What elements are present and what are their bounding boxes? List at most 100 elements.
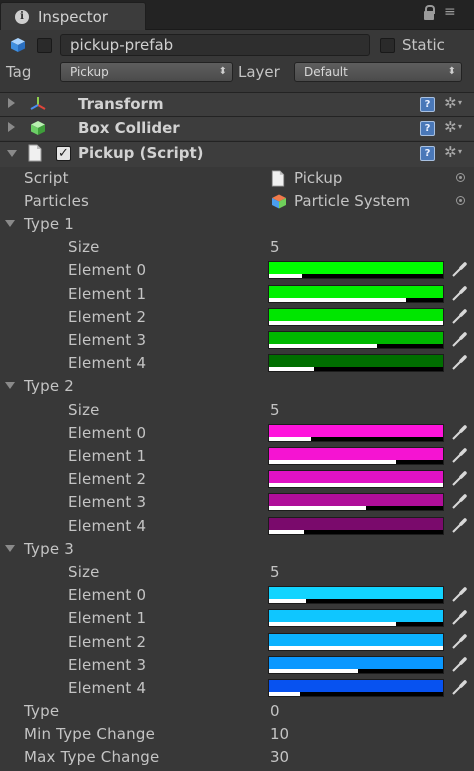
color-element-row: Element 0 bbox=[0, 259, 474, 282]
color-swatch[interactable] bbox=[268, 493, 444, 512]
alpha-bar-track bbox=[269, 367, 443, 372]
layer-label: Layer bbox=[238, 63, 280, 81]
help-icon[interactable]: ? bbox=[420, 146, 435, 161]
alpha-bar-fill bbox=[269, 320, 443, 325]
color-element-row: Element 2 bbox=[0, 306, 474, 329]
object-picker-icon[interactable] bbox=[456, 196, 465, 205]
type-field-row: Type 0 bbox=[0, 700, 474, 723]
color-element-label: Element 3 bbox=[68, 331, 147, 349]
object-name-field[interactable]: pickup-prefab bbox=[60, 34, 370, 56]
array-size-value[interactable]: 5 bbox=[270, 238, 280, 256]
color-swatch[interactable] bbox=[268, 679, 444, 697]
gear-icon[interactable]: ✲ bbox=[444, 94, 461, 112]
layer-dropdown[interactable]: Default ⬍ bbox=[294, 62, 462, 82]
color-swatch[interactable] bbox=[268, 423, 444, 442]
array-size-label: Size bbox=[68, 563, 100, 581]
type-array-foldout[interactable]: Type 2 bbox=[0, 375, 474, 398]
eyedropper-icon[interactable] bbox=[450, 331, 468, 349]
color-swatch[interactable] bbox=[268, 516, 444, 535]
eyedropper-icon[interactable] bbox=[450, 285, 468, 303]
particles-field-value[interactable]: Particle System bbox=[294, 192, 410, 210]
type-array-foldout[interactable]: Type 3 bbox=[0, 538, 474, 561]
eyedropper-icon[interactable] bbox=[450, 447, 468, 465]
eyedropper-icon[interactable] bbox=[450, 679, 468, 697]
component-header-transform[interactable]: Transform ? ✲ bbox=[0, 92, 474, 116]
alpha-bar-track bbox=[269, 344, 443, 348]
type-array-foldout[interactable]: Type 1 bbox=[0, 213, 474, 236]
color-element-label: Element 0 bbox=[68, 586, 147, 605]
alpha-bar-track bbox=[269, 529, 443, 534]
color-element-label: Element 3 bbox=[68, 493, 147, 512]
alpha-bar-fill bbox=[269, 529, 304, 534]
foldout-arrow-icon[interactable] bbox=[5, 544, 15, 552]
script-file-icon bbox=[28, 144, 42, 162]
tag-dropdown[interactable]: Pickup ⬍ bbox=[60, 62, 233, 82]
color-swatch[interactable] bbox=[268, 284, 444, 303]
component-header-box-collider[interactable]: Box Collider ? ✲ bbox=[0, 116, 474, 140]
box-collider-icon bbox=[31, 121, 45, 135]
foldout-arrow-icon[interactable] bbox=[5, 382, 15, 390]
max-type-change-value[interactable]: 30 bbox=[270, 748, 289, 766]
gear-icon[interactable]: ✲ bbox=[444, 118, 461, 136]
gear-icon[interactable]: ✲ bbox=[444, 143, 461, 161]
foldout-arrow-icon[interactable] bbox=[7, 150, 17, 157]
color-swatch[interactable] bbox=[268, 586, 444, 605]
tab-inspector[interactable]: i Inspector bbox=[0, 2, 146, 30]
help-icon[interactable]: ? bbox=[420, 97, 435, 112]
color-element-label: Element 0 bbox=[68, 423, 147, 442]
color-swatch[interactable] bbox=[268, 632, 444, 651]
particle-system-icon bbox=[272, 194, 286, 209]
max-type-change-label: Max Type Change bbox=[24, 748, 160, 766]
tag-dropdown-value: Pickup bbox=[70, 65, 109, 79]
alpha-bar-track bbox=[269, 599, 443, 604]
color-swatch[interactable] bbox=[268, 307, 444, 326]
alpha-bar-track bbox=[269, 297, 443, 302]
menu-icon[interactable]: ≡ bbox=[444, 4, 456, 20]
color-swatch[interactable] bbox=[268, 447, 444, 465]
eyedropper-icon[interactable] bbox=[450, 470, 468, 488]
color-element-label: Element 2 bbox=[68, 632, 147, 651]
alpha-bar-fill bbox=[269, 692, 301, 696]
lock-icon[interactable] bbox=[424, 5, 435, 20]
component-title-box-collider: Box Collider bbox=[78, 119, 180, 137]
color-swatch[interactable] bbox=[268, 354, 444, 373]
color-swatch[interactable] bbox=[268, 655, 444, 674]
eyedropper-icon[interactable] bbox=[450, 493, 468, 511]
window-tab-bar: i Inspector ≡ bbox=[0, 0, 474, 30]
active-checkbox[interactable] bbox=[37, 38, 52, 53]
foldout-arrow-icon[interactable] bbox=[5, 220, 15, 227]
color-element-label: Element 2 bbox=[68, 307, 147, 326]
eyedropper-icon[interactable] bbox=[450, 261, 468, 279]
object-picker-icon[interactable] bbox=[456, 173, 465, 182]
color-swatch[interactable] bbox=[268, 261, 444, 280]
alpha-bar-track bbox=[269, 436, 443, 441]
alpha-bar-fill bbox=[269, 668, 358, 673]
eyedropper-icon[interactable] bbox=[450, 308, 468, 326]
type-field-value[interactable]: 0 bbox=[270, 702, 280, 720]
script-field-value[interactable]: Pickup bbox=[294, 169, 342, 187]
array-size-value[interactable]: 5 bbox=[270, 401, 280, 419]
eyedropper-icon[interactable] bbox=[450, 609, 468, 627]
alpha-bar-track bbox=[269, 645, 443, 650]
foldout-arrow-icon[interactable] bbox=[8, 122, 15, 132]
eyedropper-icon[interactable] bbox=[450, 517, 468, 535]
foldout-arrow-icon[interactable] bbox=[8, 98, 15, 108]
color-swatch[interactable] bbox=[268, 470, 444, 489]
color-swatch[interactable] bbox=[268, 609, 444, 628]
color-element-row: Element 4 bbox=[0, 677, 474, 700]
help-icon[interactable]: ? bbox=[420, 121, 435, 136]
eyedropper-icon[interactable] bbox=[450, 633, 468, 651]
static-checkbox[interactable] bbox=[380, 38, 395, 53]
color-swatch[interactable] bbox=[268, 331, 444, 349]
eyedropper-icon[interactable] bbox=[450, 354, 468, 372]
dropdown-arrows-icon: ⬍ bbox=[447, 66, 456, 77]
min-type-change-value[interactable]: 10 bbox=[270, 725, 289, 743]
color-element-label: Element 4 bbox=[68, 679, 147, 697]
component-enabled-checkbox[interactable]: ✓ bbox=[56, 146, 71, 161]
array-size-value[interactable]: 5 bbox=[270, 563, 280, 581]
component-header-pickup-script[interactable]: ✓ Pickup (Script) ? ✲ bbox=[0, 141, 474, 167]
color-element-row: Element 3 bbox=[0, 329, 474, 352]
eyedropper-icon[interactable] bbox=[450, 424, 468, 442]
eyedropper-icon[interactable] bbox=[450, 656, 468, 674]
eyedropper-icon[interactable] bbox=[450, 586, 468, 604]
